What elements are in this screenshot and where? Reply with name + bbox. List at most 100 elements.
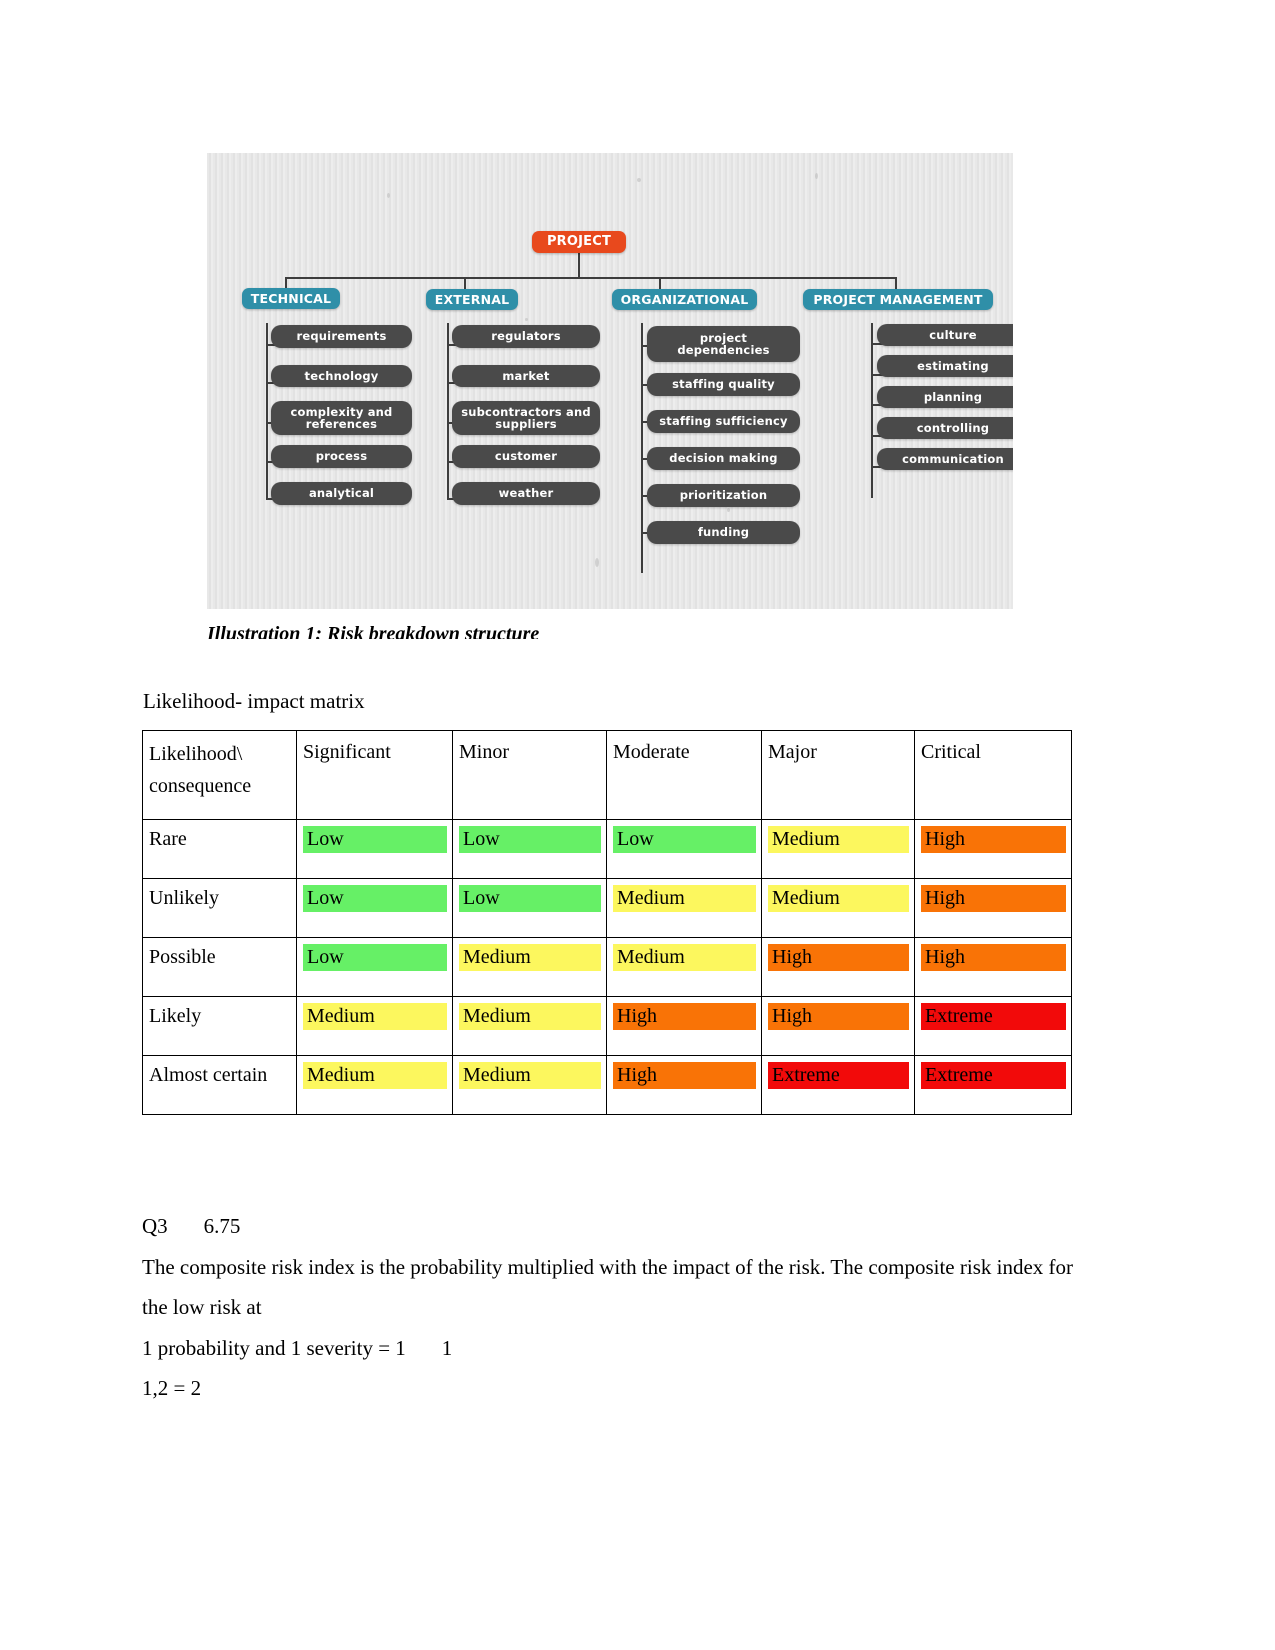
risk-chip: Medium [303, 1003, 447, 1031]
matrix-cell: Medium [452, 937, 607, 997]
calculation-line-1-value: 1 [441, 1336, 453, 1360]
risk-chip: Medium [459, 1062, 601, 1090]
column-header-major: Major [761, 730, 915, 820]
node-leaf-planning: planning [877, 386, 1013, 408]
matrix-cell: Medium [761, 819, 915, 879]
node-leaf-prioritization: prioritization [647, 484, 800, 507]
table-row: Possible Low Medium Medium High High [142, 937, 1072, 997]
column-header-minor: Minor [452, 730, 607, 820]
column-header-moderate: Moderate [606, 730, 762, 820]
node-leaf-technology: technology [271, 365, 412, 387]
risk-breakdown-figure: PROJECT TECHNICAL EXTERNAL ORGANIZATIONA… [207, 153, 1013, 639]
node-leaf-controlling: controlling [877, 417, 1013, 439]
matrix-cell: Low [296, 937, 453, 997]
table-row: Rare Low Low Low Medium High [142, 819, 1072, 879]
likelihood-impact-matrix: Likelihood\ consequence Significant Mino… [142, 730, 1072, 1115]
node-leaf-culture: culture [877, 324, 1013, 346]
matrix-cell: High [761, 996, 915, 1056]
node-project-root: PROJECT [532, 231, 626, 253]
risk-chip: High [768, 944, 909, 972]
spine-technical [266, 323, 268, 499]
texture-speck [727, 508, 730, 512]
table-header-row: Likelihood\ consequence Significant Mino… [142, 730, 1072, 820]
column-header-significant: Significant [296, 730, 453, 820]
matrix-cell: Medium [606, 937, 762, 997]
matrix-cell: Low [452, 878, 607, 938]
node-leaf-subcontractors-and-suppliers: subcontractors and suppliers [452, 401, 600, 435]
q3-score: 6.75 [203, 1214, 241, 1238]
table-row: Unlikely Low Low Medium Medium High [142, 878, 1072, 938]
risk-chip: High [921, 885, 1066, 913]
q3-line: Q3 6.75 [142, 1206, 1077, 1246]
matrix-cell: Low [452, 819, 607, 879]
spine-project-management [871, 323, 873, 498]
row-header-likely: Likely [142, 996, 297, 1056]
matrix-cell: High [914, 819, 1072, 879]
node-leaf-market: market [452, 365, 600, 387]
node-leaf-process: process [271, 445, 412, 468]
calculation-line-2: 1,2 = 2 [142, 1376, 202, 1400]
matrix-cell: Extreme [914, 1055, 1072, 1115]
texture-speck [387, 193, 390, 198]
risk-chip: Medium [768, 885, 909, 913]
node-leaf-staffing-sufficiency: staffing sufficiency [647, 410, 800, 433]
risk-chip: High [613, 1003, 756, 1031]
risk-chip: Extreme [768, 1062, 909, 1090]
risk-chip: Low [459, 885, 601, 913]
risk-chip: Low [303, 826, 447, 854]
matrix-cell: Low [606, 819, 762, 879]
corner-line-1: Likelihood\ [149, 743, 243, 765]
node-leaf-communication: communication [877, 448, 1013, 470]
risk-chip: Extreme [921, 1062, 1066, 1090]
matrix-corner-cell: Likelihood\ consequence [142, 730, 297, 820]
texture-speck [637, 178, 641, 182]
risk-chip: Medium [613, 885, 756, 913]
node-category-project-management: PROJECT MANAGEMENT [803, 289, 993, 310]
connector-root-stem [578, 252, 580, 277]
node-category-technical: TECHNICAL [242, 288, 340, 309]
risk-chip: High [613, 1062, 756, 1090]
row-header-almost-certain: Almost certain [142, 1055, 297, 1115]
risk-chip: Low [303, 944, 447, 972]
risk-chip: Medium [613, 944, 756, 972]
composite-risk-paragraph: The composite risk index is the probabil… [142, 1255, 1074, 1319]
node-category-organizational: ORGANIZATIONAL [612, 289, 757, 310]
node-leaf-staffing-quality: staffing quality [647, 373, 800, 396]
node-leaf-customer: customer [452, 445, 600, 468]
risk-chip: Medium [459, 944, 601, 972]
spine-organizational [641, 323, 643, 573]
matrix-cell: Medium [296, 996, 453, 1056]
node-category-external: EXTERNAL [426, 289, 518, 310]
node-leaf-requirements: requirements [271, 325, 412, 348]
risk-chip: Low [303, 885, 447, 913]
texture-speck [525, 318, 528, 321]
risk-chip: Medium [459, 1003, 601, 1031]
risk-chip: Medium [768, 826, 909, 854]
node-leaf-project-dependencies: project dependencies [647, 326, 800, 362]
table-row: Likely Medium Medium High High Extreme [142, 996, 1072, 1056]
row-header-unlikely: Unlikely [142, 878, 297, 938]
matrix-cell: High [914, 878, 1072, 938]
node-leaf-funding: funding [647, 521, 800, 544]
node-leaf-estimating: estimating [877, 355, 1013, 377]
risk-chip: Extreme [921, 1003, 1066, 1031]
risk-chip: High [921, 944, 1066, 972]
texture-speck [595, 558, 599, 567]
node-leaf-weather: weather [452, 482, 600, 505]
node-leaf-decision-making: decision making [647, 447, 800, 470]
calculation-line-1-text: 1 probability and 1 severity = 1 [142, 1336, 406, 1360]
node-leaf-regulators: regulators [452, 325, 600, 348]
matrix-cell: Low [296, 819, 453, 879]
risk-chip: Low [459, 826, 601, 854]
node-leaf-analytical: analytical [271, 482, 412, 505]
texture-speck [815, 173, 818, 179]
column-header-critical: Critical [914, 730, 1072, 820]
q3-label: Q3 [142, 1214, 168, 1238]
node-leaf-complexity-and-references: complexity and references [271, 401, 412, 435]
row-header-rare: Rare [142, 819, 297, 879]
table-row: Almost certain Medium Medium High Extrem… [142, 1055, 1072, 1115]
matrix-cell: Medium [761, 878, 915, 938]
risk-chip: Medium [303, 1062, 447, 1090]
risk-chip: High [768, 1003, 909, 1031]
matrix-cell: High [606, 1055, 762, 1115]
